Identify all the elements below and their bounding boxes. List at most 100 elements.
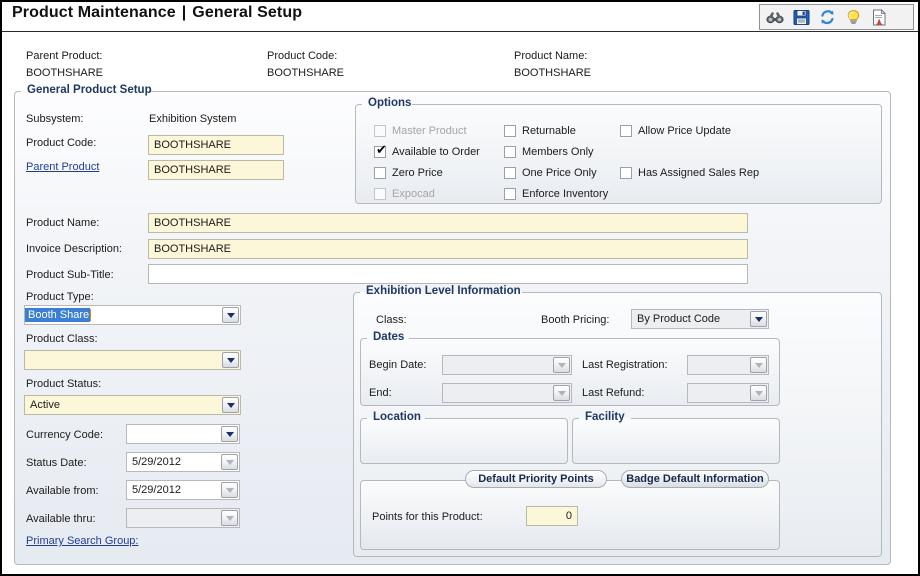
booth-pricing-combo[interactable]: By Product Code <box>631 309 769 329</box>
location-group: Location <box>360 411 568 464</box>
lightbulb-icon[interactable] <box>842 6 864 28</box>
parent-product-input[interactable] <box>148 160 284 180</box>
begin-date-field[interactable] <box>442 355 572 375</box>
checkbox-label: Has Assigned Sales Rep <box>638 167 760 179</box>
currency-code-dropdown-button[interactable] <box>221 426 238 442</box>
points-for-product-input[interactable] <box>526 506 578 526</box>
header-product-name-label: Product Name: <box>514 50 588 62</box>
available-from-field[interactable]: 5/29/2012 <box>126 480 240 500</box>
chevron-down-icon <box>226 312 235 318</box>
available-thru-dropdown-button[interactable] <box>221 510 238 526</box>
chevron-down-icon <box>226 357 235 363</box>
header-product-code-value: BOOTHSHARE <box>267 67 345 79</box>
last-refund-label: Last Refund: <box>582 387 645 399</box>
checkbox-box[interactable] <box>374 188 386 200</box>
available-from-value: 5/29/2012 <box>132 484 181 496</box>
checkbox-box[interactable]: ✔ <box>374 143 387 158</box>
product-type-combo[interactable]: Booth Share <box>24 305 241 325</box>
page-title-main: Product Maintenance <box>12 4 176 21</box>
last-refund-field[interactable] <box>687 383 769 403</box>
checkbox-box[interactable] <box>620 125 632 137</box>
product-code-label: Product Code: <box>26 137 97 149</box>
checkbox-has-assigned-sales-rep[interactable]: Has Assigned Sales Rep <box>620 167 759 179</box>
product-type-selected-text: Booth Share <box>25 308 91 322</box>
tab-badge-default-information[interactable]: Badge Default Information <box>621 470 769 488</box>
check-icon: ✔ <box>376 143 387 158</box>
checkbox-label: Allow Price Update <box>638 125 731 137</box>
status-date-label: Status Date: <box>26 457 87 469</box>
general-product-setup-legend: General Product Setup <box>27 84 152 96</box>
product-code-input[interactable] <box>148 135 284 155</box>
primary-search-group-link[interactable]: Primary Search Group: <box>26 535 138 547</box>
last-registration-label: Last Registration: <box>582 359 668 371</box>
invoice-description-label: Invoice Description: <box>26 243 122 255</box>
chevron-down-icon <box>225 459 234 465</box>
checkbox-box[interactable] <box>504 125 516 137</box>
end-date-dropdown-button[interactable] <box>553 385 570 401</box>
refresh-icon[interactable] <box>816 6 838 28</box>
checkbox-box[interactable] <box>504 167 516 179</box>
product-name-input[interactable] <box>148 213 748 233</box>
tab-default-priority-points[interactable]: Default Priority Points <box>465 470 607 488</box>
product-subtitle-input[interactable] <box>148 264 748 284</box>
parent-product-link[interactable]: Parent Product <box>26 161 99 173</box>
product-type-dropdown-button[interactable] <box>222 307 239 323</box>
status-date-dropdown-button[interactable] <box>221 454 238 470</box>
checkbox-box[interactable] <box>504 146 516 158</box>
checkbox-available-to-order[interactable]: ✔ Available to Order <box>374 143 480 158</box>
booth-pricing-value: By Product Code <box>637 313 721 325</box>
checkbox-expocad[interactable]: Expocad <box>374 188 435 200</box>
save-icon[interactable] <box>790 6 812 28</box>
available-thru-label: Available thru: <box>26 513 96 525</box>
chevron-down-icon <box>225 431 234 437</box>
checkbox-zero-price[interactable]: Zero Price <box>374 167 443 179</box>
available-from-label: Available from: <box>26 485 99 497</box>
points-for-product-label: Points for this Product: <box>372 511 483 523</box>
product-class-value <box>25 351 222 369</box>
available-thru-field[interactable] <box>126 508 240 528</box>
tab-label: Default Priority Points <box>478 473 594 485</box>
last-refund-dropdown-button[interactable] <box>750 385 767 401</box>
product-subtitle-label: Product Sub-Title: <box>26 269 114 281</box>
currency-code-value <box>127 425 221 443</box>
booth-pricing-dropdown-button[interactable] <box>750 311 767 327</box>
checkbox-box[interactable] <box>374 125 386 137</box>
chevron-down-icon <box>225 515 234 521</box>
checkbox-box[interactable] <box>620 167 632 179</box>
report-icon[interactable] <box>868 6 890 28</box>
status-date-field[interactable]: 5/29/2012 <box>126 452 240 472</box>
binoculars-icon[interactable] <box>764 6 786 28</box>
checkbox-label: Master Product <box>392 125 467 137</box>
product-status-combo[interactable]: Active <box>24 395 241 415</box>
chevron-down-icon <box>557 362 566 368</box>
checkbox-returnable[interactable]: Returnable <box>504 125 576 137</box>
checkbox-label: Returnable <box>522 125 576 137</box>
last-registration-value <box>688 356 750 374</box>
checkbox-label: Members Only <box>522 146 594 158</box>
invoice-description-input[interactable] <box>148 239 748 259</box>
checkbox-box[interactable] <box>504 188 516 200</box>
booth-pricing-label: Booth Pricing: <box>541 314 610 326</box>
last-registration-dropdown-button[interactable] <box>750 357 767 373</box>
checkbox-allow-price-update[interactable]: Allow Price Update <box>620 125 731 137</box>
product-class-dropdown-button[interactable] <box>222 352 239 368</box>
begin-date-label: Begin Date: <box>369 359 427 371</box>
chevron-down-icon <box>754 390 763 396</box>
product-class-combo[interactable] <box>24 350 241 370</box>
end-date-field[interactable] <box>442 383 572 403</box>
checkbox-master-product[interactable]: Master Product <box>374 125 467 137</box>
currency-code-combo[interactable] <box>126 424 240 444</box>
chevron-down-icon <box>754 362 763 368</box>
page-title-sub: General Setup <box>192 4 303 21</box>
checkbox-box[interactable] <box>374 167 386 179</box>
begin-date-dropdown-button[interactable] <box>553 357 570 373</box>
header-product-code-label: Product Code: <box>267 50 338 62</box>
product-status-dropdown-button[interactable] <box>222 397 239 413</box>
toolbar <box>759 4 914 30</box>
checkbox-one-price-only[interactable]: One Price Only <box>504 167 597 179</box>
checkbox-members-only[interactable]: Members Only <box>504 146 594 158</box>
checkbox-enforce-inventory[interactable]: Enforce Inventory <box>504 188 608 200</box>
last-refund-value <box>688 384 750 402</box>
available-from-dropdown-button[interactable] <box>221 482 238 498</box>
last-registration-field[interactable] <box>687 355 769 375</box>
